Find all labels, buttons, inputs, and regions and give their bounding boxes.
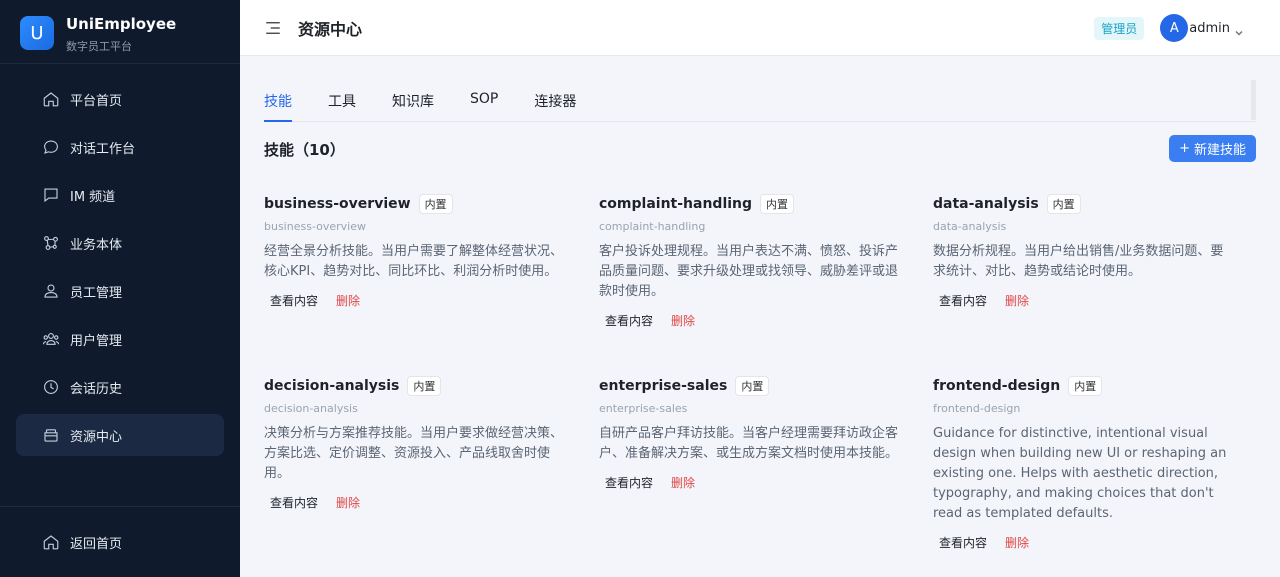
view-content-button[interactable]: 查看内容 — [939, 292, 987, 309]
builtin-tag: 内置 — [1046, 194, 1081, 214]
network-icon — [42, 234, 60, 252]
brand-name: UniEmployee — [66, 15, 177, 33]
section-header: 技能（10） + 新建技能 — [264, 122, 1256, 174]
sidebar-item-session-history[interactable]: 会话历史 — [16, 366, 224, 408]
skill-title: frontend-design — [933, 378, 1061, 394]
resource-tabs: 技能 工具 知识库 SOP 连接器 — [264, 80, 1256, 122]
tab-knowledge-base[interactable]: 知识库 — [392, 80, 434, 121]
home-icon — [42, 90, 60, 108]
sidebar-item-resource-center[interactable]: 资源中心 — [16, 414, 224, 456]
brand-subtitle: 数字员工平台 — [66, 40, 132, 53]
back-home-button[interactable]: 返回首页 — [16, 521, 224, 563]
skill-id: frontend-design — [933, 402, 1021, 415]
sidebar-item-business-ontology[interactable]: 业务本体 — [16, 222, 224, 264]
skill-card: decision-analysis 内置 decision-analysis 决策… — [264, 374, 564, 511]
builtin-tag: 内置 — [760, 194, 795, 214]
sidebar-item-label: IM 频道 — [70, 189, 116, 205]
header: 资源中心 管理员 A admin — [240, 0, 1280, 56]
tab-skills[interactable]: 技能 — [264, 80, 292, 122]
builtin-tag: 内置 — [1068, 376, 1103, 396]
back-home-label: 返回首页 — [70, 536, 123, 552]
sidebar-item-label: 资源中心 — [70, 429, 123, 445]
view-content-button[interactable]: 查看内容 — [939, 534, 987, 551]
sidebar-item-label: 会话历史 — [70, 381, 123, 397]
view-content-button[interactable]: 查看内容 — [270, 494, 318, 511]
sidebar-item-chat-workbench[interactable]: 对话工作台 — [16, 126, 224, 168]
chat-bubble-icon — [42, 138, 60, 156]
sidebar-item-label: 用户管理 — [70, 333, 123, 349]
sidebar-item-label: 平台首页 — [70, 93, 123, 109]
skill-id: complaint-handling — [599, 220, 706, 233]
skill-card: enterprise-sales 内置 enterprise-sales 自研产品… — [599, 374, 899, 491]
sidebar-item-home[interactable]: 平台首页 — [16, 78, 224, 120]
skill-id: decision-analysis — [264, 402, 358, 415]
skill-description: Guidance for distinctive, intentional vi… — [933, 426, 1227, 521]
chevron-down-icon[interactable] — [1234, 23, 1244, 36]
section-title: 技能（10） — [264, 141, 345, 159]
skill-id: business-overview — [264, 220, 366, 233]
skill-description: 决策分析与方案推荐技能。当用户要求做经营决策、方案比选、定价调整、资源投入、产品… — [264, 426, 564, 481]
skill-description: 经营全景分析技能。当用户需要了解整体经营状况、核心KPI、趋势对比、同比环比、利… — [264, 244, 564, 279]
view-content-button[interactable]: 查看内容 — [605, 312, 653, 329]
brand-logo: U — [20, 16, 54, 50]
skill-title: complaint-handling — [599, 196, 753, 212]
sidebar-divider — [0, 63, 240, 64]
delete-button[interactable]: 删除 — [336, 494, 360, 511]
sidebar-item-label: 业务本体 — [70, 237, 123, 253]
tab-sop[interactable]: SOP — [470, 80, 498, 121]
delete-button[interactable]: 删除 — [671, 474, 695, 491]
new-skill-label: 新建技能 — [1193, 143, 1246, 158]
skill-card: complaint-handling 内置 complaint-handling … — [599, 192, 899, 329]
skill-card: frontend-design 内置 frontend-design Guidan… — [933, 374, 1233, 551]
sidebar-item-im-channel[interactable]: IM 频道 — [16, 174, 224, 216]
builtin-tag: 内置 — [407, 376, 442, 396]
brand[interactable]: U UniEmployee 数字员工平台 — [20, 14, 176, 54]
skill-title: decision-analysis — [264, 378, 400, 394]
skill-description: 客户投诉处理规程。当用户表达不满、愤怒、投诉产品质量问题、要求升级处理或找领导、… — [599, 244, 899, 299]
user-menu[interactable]: admin — [1189, 21, 1230, 36]
sidebar: U UniEmployee 数字员工平台 平台首页 对话工作台 IM 频道 业务… — [0, 0, 240, 577]
view-content-button[interactable]: 查看内容 — [270, 292, 318, 309]
sidebar-item-employee-management[interactable]: 员工管理 — [16, 270, 224, 312]
skill-card: data-analysis 内置 data-analysis 数据分析规程。当用户… — [933, 192, 1233, 309]
delete-button[interactable]: 删除 — [336, 292, 360, 309]
delete-button[interactable]: 删除 — [1005, 534, 1029, 551]
skill-card: business-overview 内置 business-overview 经营… — [264, 192, 564, 309]
plus-icon: + — [1179, 141, 1190, 156]
view-content-button[interactable]: 查看内容 — [605, 474, 653, 491]
clock-icon — [42, 378, 60, 396]
home-icon — [42, 533, 60, 551]
users-icon — [42, 330, 60, 348]
page-title: 资源中心 — [298, 19, 363, 39]
skill-description: 数据分析规程。当用户给出销售/业务数据问题、要求统计、对比、趋势或结论时使用。 — [933, 244, 1224, 279]
user-icon — [42, 282, 60, 300]
avatar[interactable]: A — [1160, 14, 1189, 42]
skill-id: enterprise-sales — [599, 402, 688, 415]
message-square-icon — [42, 186, 60, 204]
sidebar-item-label: 员工管理 — [70, 285, 123, 301]
builtin-tag: 内置 — [418, 194, 453, 214]
delete-button[interactable]: 删除 — [1005, 292, 1029, 309]
tab-connectors[interactable]: 连接器 — [534, 80, 576, 121]
skill-title: business-overview — [264, 196, 411, 212]
header-right: 管理员 A admin — [1094, 14, 1244, 42]
sidebar-bottom: 返回首页 — [16, 521, 224, 569]
sidebar-bottom-divider — [0, 506, 240, 507]
role-badge: 管理员 — [1094, 16, 1145, 40]
menu-toggle-icon[interactable] — [264, 19, 282, 37]
skill-title: enterprise-sales — [599, 378, 728, 394]
box-icon — [42, 426, 60, 444]
skill-title: data-analysis — [933, 196, 1039, 212]
new-skill-button[interactable]: + 新建技能 — [1169, 135, 1256, 162]
sidebar-item-user-management[interactable]: 用户管理 — [16, 318, 224, 360]
sidebar-item-label: 对话工作台 — [70, 141, 136, 157]
skill-id: data-analysis — [933, 220, 1007, 233]
delete-button[interactable]: 删除 — [671, 312, 695, 329]
skill-description: 自研产品客户拜访技能。当客户经理需要拜访政企客户、准备解决方案、或生成方案文档时… — [599, 426, 899, 461]
sidebar-nav: 平台首页 对话工作台 IM 频道 业务本体 员工管理 用户管理 会话历史 资源中… — [16, 78, 224, 462]
tab-tools[interactable]: 工具 — [328, 80, 356, 121]
builtin-tag: 内置 — [735, 376, 770, 396]
